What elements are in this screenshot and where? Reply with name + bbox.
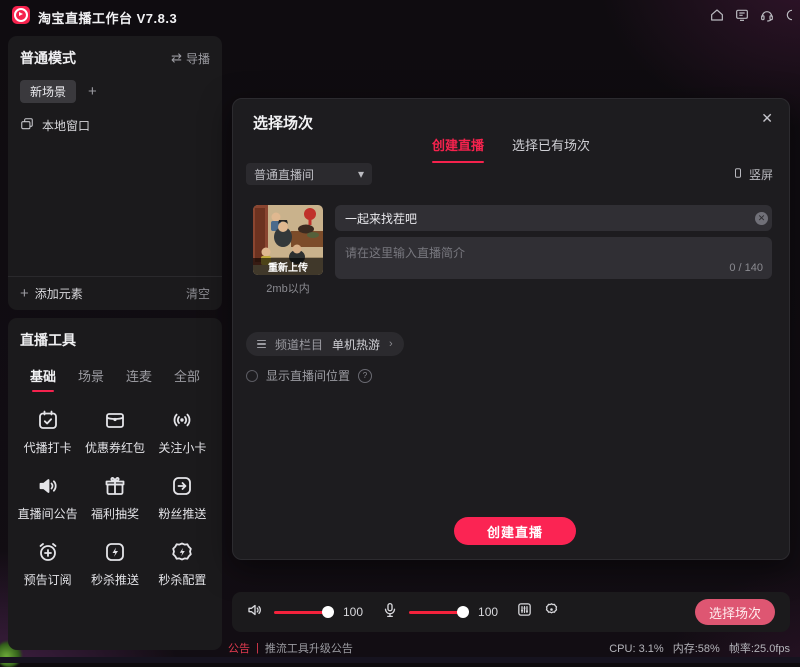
speaker-volume-icon[interactable] (246, 601, 264, 624)
reupload-overlay[interactable]: 重新上传 (253, 258, 323, 275)
tool-follow-card[interactable]: 关注小卡 (149, 408, 216, 456)
tool-fan-push[interactable]: 粉丝推送 (149, 474, 216, 522)
notice-text[interactable]: 推流工具升级公告 (265, 640, 353, 656)
speaker-icon (36, 474, 60, 498)
clear-input-icon[interactable]: ✕ (755, 212, 768, 225)
mic-volume-slider[interactable] (409, 611, 464, 614)
add-element-label: 添加元素 (35, 285, 83, 302)
director-label: 导播 (186, 50, 210, 67)
live-title-input[interactable] (335, 205, 772, 231)
phone-portrait-icon (732, 167, 744, 182)
room-type-value: 普通直播间 (254, 166, 314, 183)
tools-panel-title: 直播工具 (20, 332, 76, 348)
chevron-right-icon: › (389, 338, 393, 350)
tool-checkin[interactable]: 代播打卡 (14, 408, 81, 456)
cpu-stat: CPU: 3.1% (609, 643, 663, 655)
category-label: 频道栏目 (275, 336, 323, 353)
mic-icon[interactable] (381, 601, 399, 624)
show-location-label: 显示直播间位置 (266, 367, 350, 384)
cover-thumbnail[interactable]: 重新上传 (253, 205, 323, 275)
modal-title: 选择场次 (253, 112, 313, 133)
mic-slider-knob[interactable] (457, 606, 469, 618)
control-bar: 100 100 选择场次 (232, 592, 790, 632)
category-selector[interactable]: 频道栏目 单机热游 › (246, 332, 404, 356)
tool-tab-mic[interactable]: 连麦 (126, 366, 152, 392)
notice-separator: | (256, 642, 259, 654)
tool-tab-scene[interactable]: 场景 (78, 366, 104, 392)
clear-button[interactable]: 清空 (186, 285, 210, 302)
tool-flashsale-push[interactable]: 秒杀推送 (81, 540, 148, 588)
coupon-icon (103, 408, 127, 432)
speaker-slider-knob[interactable] (322, 606, 334, 618)
live-description-textarea[interactable]: 请在这里输入直播简介 0 / 140 (335, 237, 772, 279)
close-icon[interactable]: ✕ (761, 110, 773, 127)
tool-coupon-redpacket[interactable]: 优惠券红包 (81, 408, 148, 456)
clipped-toolbar-icon[interactable] (784, 7, 792, 23)
description-placeholder: 请在这里输入直播简介 (345, 244, 465, 261)
tool-tab-all[interactable]: 全部 (174, 366, 200, 392)
layer-item-label: 本地窗口 (42, 117, 90, 134)
char-counter: 0 / 140 (729, 262, 763, 274)
add-scene-button[interactable]: + (88, 84, 97, 99)
status-bar: 公告 | 推流工具升级公告 CPU: 3.1% 内存:58% 帧率:25.0fp… (228, 640, 790, 656)
window-icon (20, 117, 34, 134)
speaker-volume-value: 100 (343, 605, 363, 619)
mic-volume-value: 100 (478, 605, 498, 619)
tool-tab-basic[interactable]: 基础 (30, 366, 56, 392)
calendar-check-icon (36, 408, 60, 432)
speaker-volume-slider[interactable] (274, 611, 329, 614)
scene-panel: 普通模式 ⇄ 导播 新场景 + 本地窗口 + 添加元素 清空 (8, 36, 222, 310)
flash-gear-icon (170, 540, 194, 564)
headset-icon[interactable] (759, 7, 775, 23)
scene-tab-new[interactable]: 新场景 (20, 80, 76, 103)
flash-square-icon (103, 540, 127, 564)
chevron-down-icon: ▾ (358, 167, 364, 181)
settings-gear-icon[interactable] (543, 601, 560, 623)
show-location-radio[interactable] (246, 370, 258, 382)
select-session-modal: 选择场次 ✕ 创建直播 选择已有场次 普通直播间 ▾ 竖屏 (232, 98, 790, 560)
tool-preview-subscribe[interactable]: 预告订阅 (14, 540, 81, 588)
plus-icon: + (20, 286, 29, 301)
director-mode-button[interactable]: ⇄ 导播 (171, 50, 210, 67)
system-stats: CPU: 3.1% 内存:58% 帧率:25.0fps (603, 640, 790, 656)
swap-icon: ⇄ (171, 50, 182, 66)
message-panel-icon[interactable] (734, 7, 750, 23)
gift-icon (103, 474, 127, 498)
scene-panel-title: 普通模式 (20, 48, 76, 68)
bottom-edge-strip (0, 657, 800, 663)
category-value: 单机热游 (332, 336, 380, 353)
tool-room-announcement[interactable]: 直播间公告 (14, 474, 81, 522)
help-icon[interactable]: ? (358, 369, 372, 383)
layer-item-local-window[interactable]: 本地窗口 (8, 103, 222, 134)
tab-existing-session[interactable]: 选择已有场次 (512, 135, 590, 163)
tool-flashsale-config[interactable]: 秒杀配置 (149, 540, 216, 588)
live-tools-panel: 直播工具 基础 场景 连麦 全部 代播打卡 优惠券红包 关注小卡 (8, 318, 222, 650)
portrait-label: 竖屏 (749, 166, 773, 183)
tool-lottery[interactable]: 福利抽奖 (81, 474, 148, 522)
create-live-button[interactable]: 创建直播 (454, 517, 576, 545)
select-session-button[interactable]: 选择场次 (695, 599, 775, 625)
titlebar: 淘宝直播工作台 V7.8.3 (0, 0, 800, 30)
alarm-plus-icon (36, 540, 60, 564)
add-element-button[interactable]: + 添加元素 (20, 285, 83, 302)
notice-label: 公告 (228, 640, 250, 656)
size-hint: 2mb以内 (253, 280, 323, 296)
broadcast-signal-icon (170, 408, 194, 432)
home-icon[interactable] (709, 7, 725, 23)
memory-stat: 内存:58% (673, 643, 720, 655)
app-logo-icon (12, 6, 30, 24)
mixer-icon[interactable] (516, 601, 533, 623)
fps-stat: 帧率:25.0fps (729, 643, 790, 655)
tab-create-live[interactable]: 创建直播 (432, 135, 484, 163)
category-list-icon (257, 340, 266, 349)
portrait-mode-button[interactable]: 竖屏 (732, 166, 773, 183)
room-type-select[interactable]: 普通直播间 ▾ (246, 163, 372, 185)
push-arrow-icon (170, 474, 194, 498)
app-title: 淘宝直播工作台 V7.8.3 (38, 8, 177, 27)
